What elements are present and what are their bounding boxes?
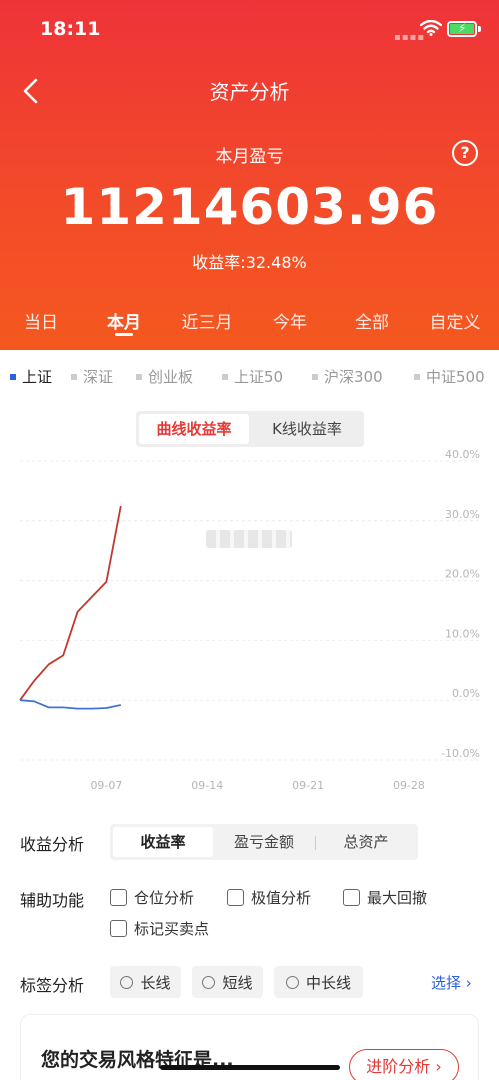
index-label: 深证 [83, 368, 114, 386]
seg-total-assets[interactable]: 总资产 [316, 827, 416, 857]
wifi-icon [420, 20, 442, 36]
legend-dot [10, 373, 16, 380]
select-link[interactable]: 选择 › [431, 972, 472, 993]
tab-custom[interactable]: 自定义 [430, 308, 481, 333]
tag-analysis-label: 标签分析 [20, 976, 85, 995]
tab-this-year[interactable]: 今年 [273, 308, 307, 333]
aux-label: 辅助功能 [20, 891, 85, 910]
advanced-analysis-button[interactable]: 进阶分析 › [349, 1049, 459, 1080]
page-title: 资产分析 [209, 80, 290, 104]
radio-icon [120, 975, 134, 989]
tag-label: 中长线 [305, 973, 351, 992]
tag-short[interactable]: 短线 [192, 966, 263, 998]
summary-label: 本月盈亏 [215, 147, 284, 167]
period-tabs: 当日 本月 近三月 今年 全部 自定义 [0, 304, 499, 350]
series-line-index [19, 699, 121, 710]
y-tick-label: 30.0% [445, 508, 480, 521]
tab-all[interactable]: 全部 [355, 308, 389, 333]
legend-dot [71, 373, 77, 380]
checkbox[interactable] [227, 889, 244, 906]
checkbox[interactable] [110, 920, 127, 937]
index-label: 上证 [22, 368, 53, 386]
checkbox[interactable] [110, 889, 127, 906]
battery-cap [478, 26, 481, 32]
legend-dot [136, 373, 142, 380]
index-label: 中证500 [426, 368, 485, 386]
chart-watermark [206, 530, 292, 548]
tag-label: 短线 [222, 973, 253, 992]
x-tick-label: 09-07 [90, 779, 122, 792]
tab-today[interactable]: 当日 [24, 308, 58, 333]
y-tick-label: 40.0% [445, 450, 480, 461]
y-tick-label: -10.0% [441, 747, 480, 760]
x-tick-label: 09-21 [292, 779, 324, 792]
check-label: 仓位分析 [134, 889, 195, 907]
check-mark-trades[interactable]: 标记买卖点 [110, 918, 209, 939]
tab-underline [115, 333, 133, 336]
chart-type-toggle: 曲线收益率 K线收益率 [136, 411, 364, 447]
income-analysis-label: 收益分析 [20, 835, 85, 854]
check-extreme-analysis[interactable]: 极值分析 [227, 887, 311, 908]
tag-medium-long[interactable]: 中长线 [274, 966, 363, 998]
tab-this-month[interactable]: 本月 [107, 308, 141, 333]
series-line-portfolio [19, 505, 122, 701]
check-label: 最大回撤 [367, 889, 428, 907]
income-analysis-selector: 收益率 盈亏金额 总资产 [110, 824, 418, 860]
seg-yield-rate[interactable]: 收益率 [113, 827, 213, 857]
status-time: 18:11 [40, 18, 101, 40]
index-cyb[interactable]: 创业板 [136, 366, 193, 387]
header: 18:11 ▪▪▪▪ ⚡ 资产分析 本月盈亏 ? 11214603.96 收益率… [0, 0, 499, 350]
yield-rate: 收益率:32.48% [192, 253, 307, 272]
index-label: 沪深300 [324, 368, 383, 386]
tab-three-months[interactable]: 近三月 [182, 308, 233, 333]
radio-icon [202, 975, 216, 989]
x-tick-label: 09-28 [393, 779, 425, 792]
tag-long[interactable]: 长线 [110, 966, 181, 998]
checkbox[interactable] [343, 889, 360, 906]
legend-dot [222, 373, 228, 380]
check-max-drawdown[interactable]: 最大回撤 [343, 887, 427, 908]
index-sz[interactable]: 深证 [71, 366, 113, 387]
x-tick-label: 09-14 [191, 779, 223, 792]
check-label: 标记买卖点 [134, 920, 210, 938]
legend-dot [414, 373, 420, 380]
trading-style-card: 您的交易风格特征是... 进阶分析 › [20, 1014, 479, 1080]
index-zz500[interactable]: 中证500 [414, 366, 485, 387]
check-position-analysis[interactable]: 仓位分析 [110, 887, 194, 908]
index-sh[interactable]: 上证 [10, 366, 52, 387]
radio-icon [285, 975, 299, 989]
index-hs300[interactable]: 沪深300 [312, 366, 383, 387]
legend-dot [312, 373, 318, 380]
status-bar: 18:11 ▪▪▪▪ ⚡ [0, 0, 499, 60]
battery-icon: ⚡ [447, 21, 477, 37]
kline-yield-button[interactable]: K线收益率 [252, 414, 362, 444]
index-label: 上证50 [234, 368, 284, 386]
index-selector: 上证 深证 创业板 上证50 沪深300 中证500 [0, 362, 499, 392]
home-indicator [160, 1065, 340, 1070]
y-tick-label: 0.0% [452, 687, 480, 700]
seg-profit-amount[interactable]: 盈亏金额 [214, 827, 314, 857]
index-label: 创业板 [148, 368, 194, 386]
index-sz50[interactable]: 上证50 [222, 366, 283, 387]
profit-amount: 11214603.96 [60, 178, 439, 236]
y-tick-label: 10.0% [445, 627, 480, 640]
yield-chart[interactable]: 40.0% 30.0% 20.0% 10.0% 0.0% -10.0% 09-07 09-14… [0, 450, 499, 800]
curve-yield-button[interactable]: 曲线收益率 [139, 414, 249, 444]
y-tick-label: 20.0% [445, 568, 480, 581]
tag-label: 长线 [140, 973, 171, 992]
check-label: 极值分析 [251, 889, 312, 907]
help-icon[interactable]: ? [452, 140, 478, 166]
